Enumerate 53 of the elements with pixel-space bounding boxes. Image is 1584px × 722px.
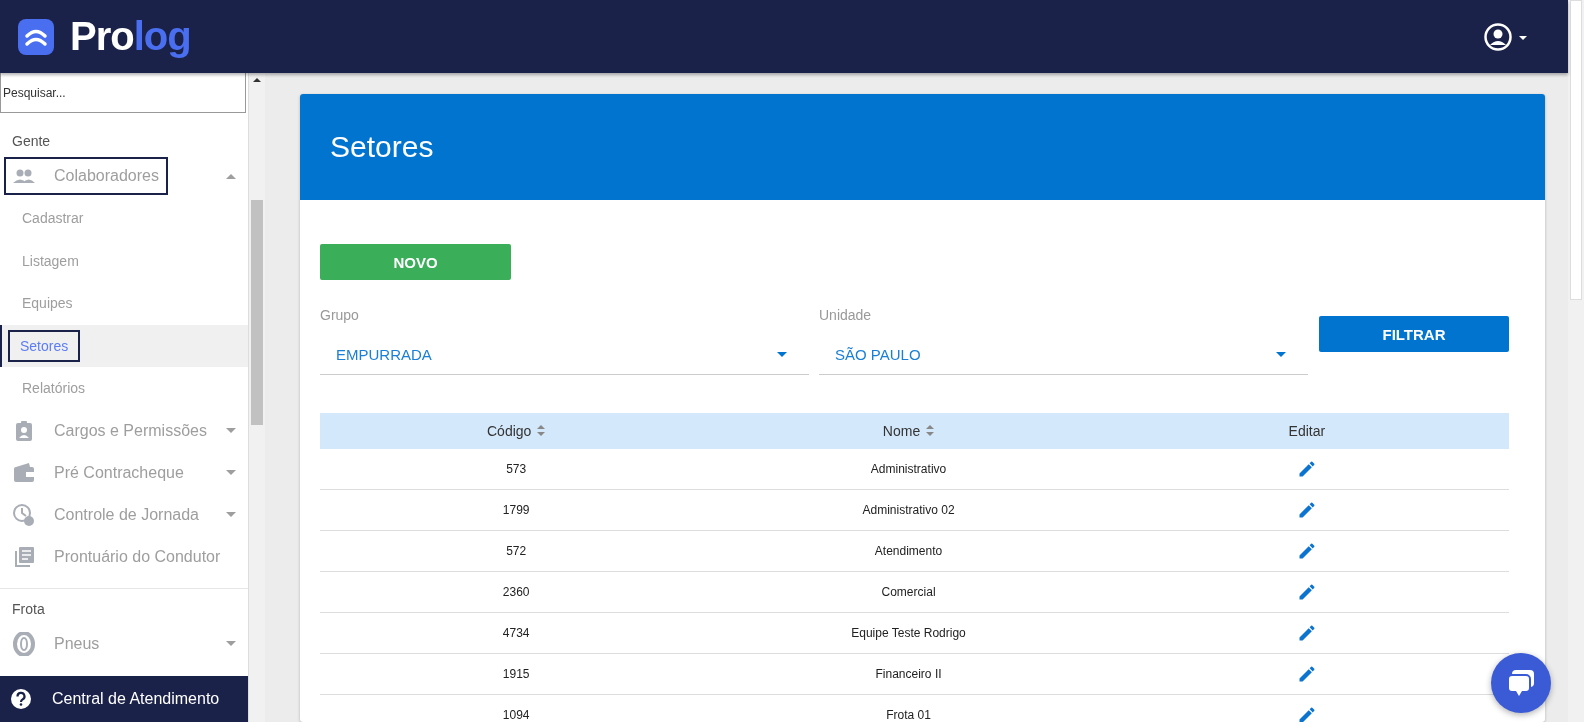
select-field[interactable]: EMPURRADA [320, 335, 809, 375]
filter-button[interactable]: FILTRAR [1319, 316, 1509, 352]
scrollbar[interactable] [249, 73, 265, 722]
column-header[interactable]: Nome [712, 413, 1105, 449]
column-header[interactable]: Código [320, 413, 713, 449]
tire-icon [12, 631, 36, 656]
logo-text: Prolog [70, 14, 191, 59]
menu-item[interactable]: Controle de Jornada [0, 493, 248, 536]
field-label: Unidade [819, 307, 873, 325]
search-field[interactable]: Pesquisar... [0, 73, 246, 113]
submenu-item[interactable]: Listagem [8, 244, 93, 277]
wallet-icon [12, 460, 36, 485]
logo-icon [18, 18, 54, 55]
table-cell: Comercial [712, 571, 1105, 613]
table-cell: 1094 [320, 694, 713, 722]
table-cell: 2360 [320, 571, 713, 613]
table-cell: 4734 [320, 612, 713, 654]
submenu-item[interactable]: Setores [8, 329, 81, 362]
column-header: Editar [1104, 413, 1509, 449]
menu-item[interactable]: Cargos e Permissões [0, 409, 248, 452]
new-button[interactable]: NOVO [320, 244, 511, 280]
caret-icon [777, 352, 787, 357]
table-cell: Financeiro II [712, 653, 1105, 695]
table-cell: 573 [320, 449, 713, 490]
menu-item[interactable]: Pneus [0, 622, 248, 665]
book-icon [12, 544, 36, 569]
submenu-item[interactable]: Relatórios [8, 372, 100, 405]
section-heading: Gente [11, 133, 52, 151]
page-title: Setores [330, 130, 434, 164]
table-cell: 1915 [320, 653, 713, 695]
submenu-item[interactable]: Cadastrar [8, 202, 98, 235]
scrollbar[interactable] [1568, 0, 1584, 722]
sort-icon [537, 425, 546, 436]
help-center-button[interactable]: Central de Atendimento [0, 676, 248, 722]
submenu-item[interactable]: Equipes [8, 287, 87, 320]
table-cell: Frota 01 [712, 694, 1105, 722]
menu-item[interactable]: Prontuário do Condutor [0, 535, 248, 578]
table-cell: Administrativo 02 [712, 489, 1105, 531]
menu-item[interactable]: Colaboradores [0, 155, 248, 197]
clock-icon [12, 502, 36, 527]
table-cell: Atendimento [712, 530, 1105, 572]
table-cell: Administrativo [712, 449, 1105, 490]
table-cell: Equipe Teste Rodrigo [712, 612, 1105, 654]
sort-icon [926, 425, 935, 436]
field-label: Grupo [320, 307, 360, 325]
menu-item[interactable]: Pré Contracheque [0, 451, 248, 494]
caret-icon [1276, 352, 1286, 357]
user-menu-button[interactable] [1484, 22, 1528, 51]
table-cell: 1799 [320, 489, 713, 531]
select-field[interactable]: SÃO PAULO [819, 335, 1308, 375]
section-heading: Frota [11, 600, 46, 619]
help-icon [10, 688, 32, 710]
table-cell: 572 [320, 530, 713, 572]
